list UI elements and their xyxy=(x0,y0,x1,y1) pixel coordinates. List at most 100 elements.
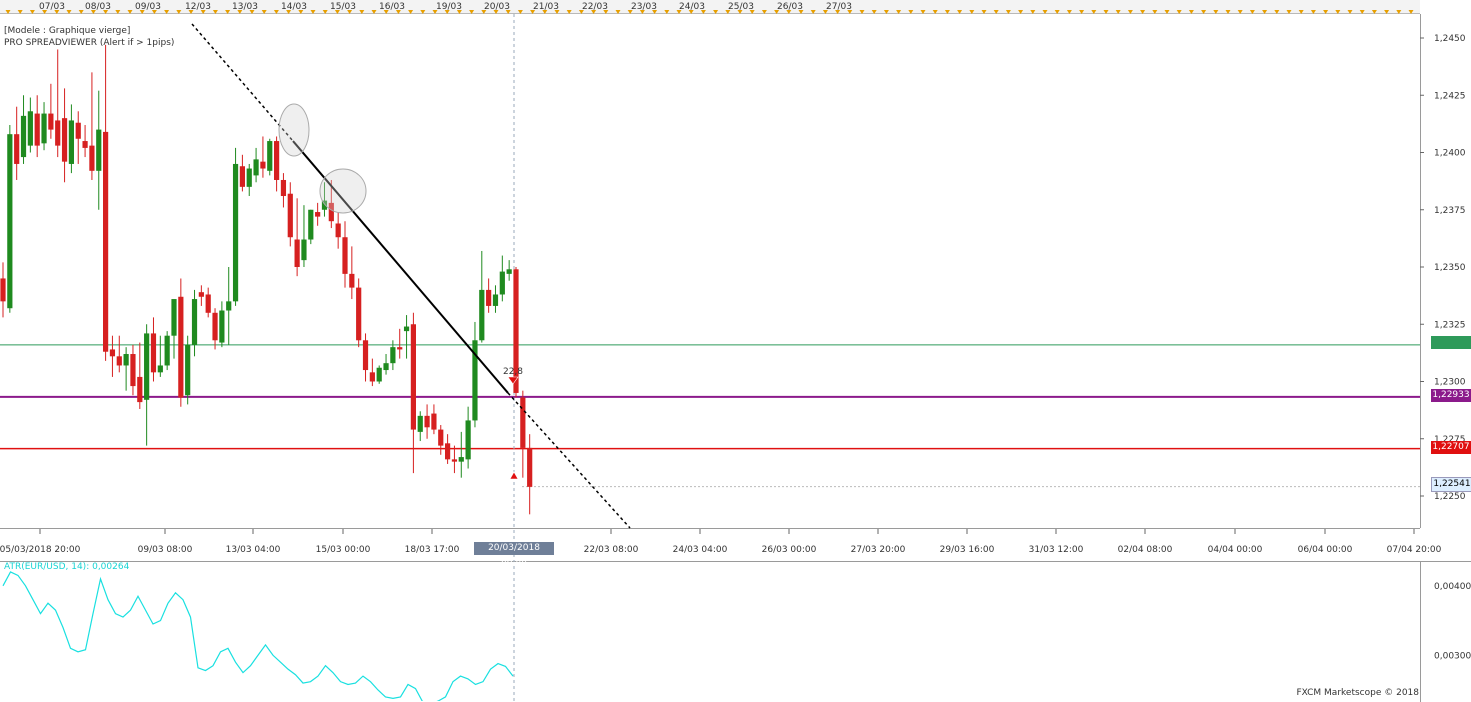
session-marker-icon xyxy=(883,10,889,14)
session-marker-icon xyxy=(896,10,902,14)
bear-candle xyxy=(451,459,458,462)
bear-candle xyxy=(445,443,451,460)
session-marker-icon xyxy=(981,10,987,14)
session-marker-icon xyxy=(517,10,523,14)
price-tick-label: 1,2425 xyxy=(1434,91,1466,101)
top-date-label: 16/03 xyxy=(379,2,405,12)
bear-candle xyxy=(178,296,184,398)
bear-candle xyxy=(527,447,533,487)
time-tick-label: 07/04 20:00 xyxy=(1387,545,1442,555)
session-marker-icon xyxy=(652,10,658,14)
atr-legend: ATR(EUR/USD, 14): 0,00264 xyxy=(4,562,130,572)
time-tick-label: 02/04 08:00 xyxy=(1118,545,1173,555)
bear-candle xyxy=(486,289,492,306)
session-marker-icon xyxy=(932,10,938,14)
session-marker-icon xyxy=(188,10,194,14)
signal-value-label: 22,8 xyxy=(503,367,523,377)
session-marker-icon xyxy=(944,10,950,14)
session-marker-icon xyxy=(542,10,548,14)
session-marker-icon xyxy=(261,10,267,14)
session-marker-icon xyxy=(103,10,109,14)
time-tick-label: 05/03/2018 20:00 xyxy=(0,545,81,555)
bear-candle xyxy=(55,120,61,146)
session-marker-icon xyxy=(176,10,182,14)
bear-candle xyxy=(137,376,143,403)
bear-candle xyxy=(34,113,40,146)
session-marker-icon xyxy=(603,10,609,14)
session-marker-icon xyxy=(688,10,694,14)
session-marker-icon xyxy=(1408,10,1414,14)
session-marker-icon xyxy=(1286,10,1292,14)
session-marker-icon xyxy=(957,10,963,14)
session-marker-icon xyxy=(286,10,292,14)
session-marker-icon xyxy=(810,10,816,14)
bull-candle xyxy=(157,365,163,373)
bear-candle xyxy=(48,113,54,130)
session-marker-icon xyxy=(395,10,401,14)
bull-candle xyxy=(7,134,13,309)
session-marker-icon xyxy=(347,10,353,14)
session-marker-icon xyxy=(1103,10,1109,14)
bear-candle xyxy=(431,413,437,430)
session-marker-icon xyxy=(432,10,438,14)
session-marker-icon xyxy=(639,10,645,14)
bull-candle xyxy=(246,168,252,187)
session-marker-icon xyxy=(1225,10,1231,14)
session-marker-icon xyxy=(115,10,121,14)
session-marker-icon xyxy=(761,10,767,14)
bull-candle xyxy=(226,301,232,311)
price-tick-label: 1,2325 xyxy=(1434,320,1466,330)
bull-candle xyxy=(506,269,512,274)
session-marker-icon xyxy=(225,10,231,14)
bear-candle xyxy=(61,118,68,162)
bear-candle xyxy=(280,179,287,197)
session-marker-icon xyxy=(1152,10,1158,14)
session-marker-icon xyxy=(871,10,877,14)
time-tick-label: 09/03 08:00 xyxy=(138,545,193,555)
bear-candle xyxy=(349,273,355,288)
time-tick-label: 04/04 00:00 xyxy=(1208,545,1263,555)
session-marker-icon xyxy=(42,10,48,14)
session-marker-icon xyxy=(164,10,170,14)
session-marker-icon xyxy=(1127,10,1133,14)
session-marker-icon xyxy=(54,10,60,14)
session-marker-icon xyxy=(1042,10,1048,14)
bull-candle xyxy=(301,239,307,261)
session-marker-icon xyxy=(29,10,35,14)
session-marker-icon xyxy=(310,10,316,14)
trendline-extension-forward xyxy=(507,392,631,529)
bear-candle xyxy=(239,166,245,187)
red-level-tag: 1,22707 xyxy=(1431,441,1471,454)
session-marker-icon xyxy=(212,10,218,14)
bear-candle xyxy=(287,193,293,238)
bull-candle xyxy=(144,333,150,400)
session-marker-icon xyxy=(298,10,304,14)
session-marker-icon xyxy=(676,10,682,14)
bull-candle xyxy=(123,354,129,366)
session-marker-icon xyxy=(200,10,206,14)
session-marker-icon xyxy=(1066,10,1072,14)
time-tick-label: 26/03 00:00 xyxy=(762,545,817,555)
bull-candle xyxy=(185,344,191,396)
session-marker-icon xyxy=(920,10,926,14)
bear-candle xyxy=(82,141,88,148)
bear-candle xyxy=(212,312,218,341)
bear-candle xyxy=(335,223,341,238)
session-marker-icon xyxy=(1054,10,1060,14)
time-tick-label: 18/03 17:00 xyxy=(405,545,460,555)
bear-candle xyxy=(0,278,6,302)
session-marker-icon xyxy=(469,10,475,14)
bull-candle xyxy=(267,141,273,171)
bear-candle xyxy=(14,134,20,164)
bear-candle xyxy=(397,347,403,350)
bull-candle xyxy=(390,347,396,364)
chart-window[interactable]: 07/03 08/03 09/03 12/03 13/03 14/03 15/03 16/03… xyxy=(0,0,1471,702)
session-marker-icon xyxy=(456,10,462,14)
session-marker-icon xyxy=(835,10,841,14)
bear-candle xyxy=(116,356,122,366)
session-marker-icon xyxy=(1298,10,1304,14)
session-marker-icon xyxy=(408,10,414,14)
session-marker-icon xyxy=(1323,10,1329,14)
bull-candle xyxy=(20,115,27,158)
session-marker-icon xyxy=(1384,10,1390,14)
